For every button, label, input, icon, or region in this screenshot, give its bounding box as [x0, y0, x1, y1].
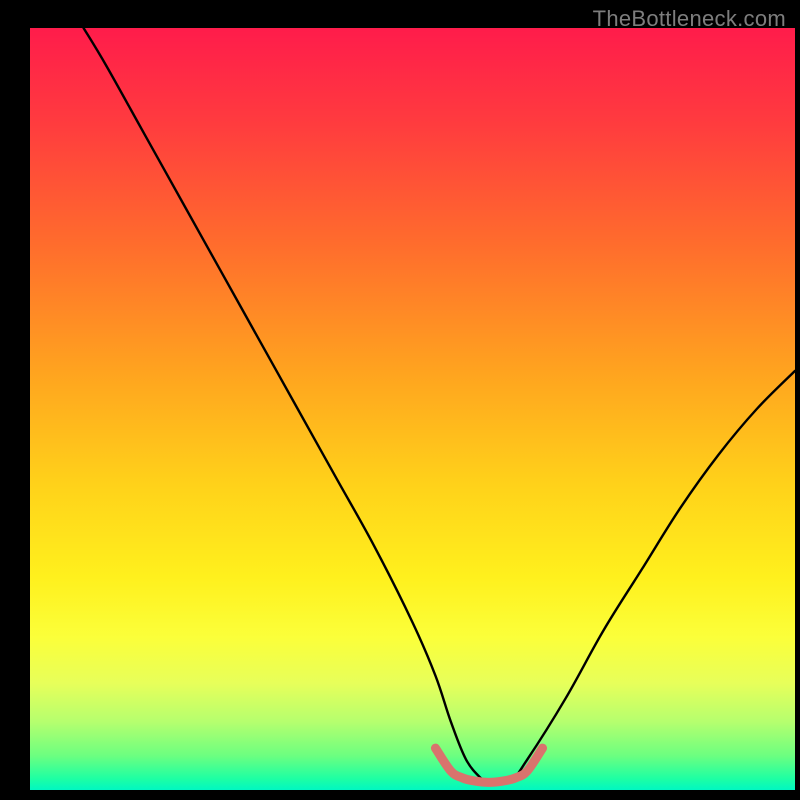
gradient-background	[30, 28, 795, 790]
attribution-label: TheBottleneck.com	[593, 6, 786, 32]
bottleneck-plot	[0, 0, 800, 800]
chart-frame: TheBottleneck.com	[0, 0, 800, 800]
